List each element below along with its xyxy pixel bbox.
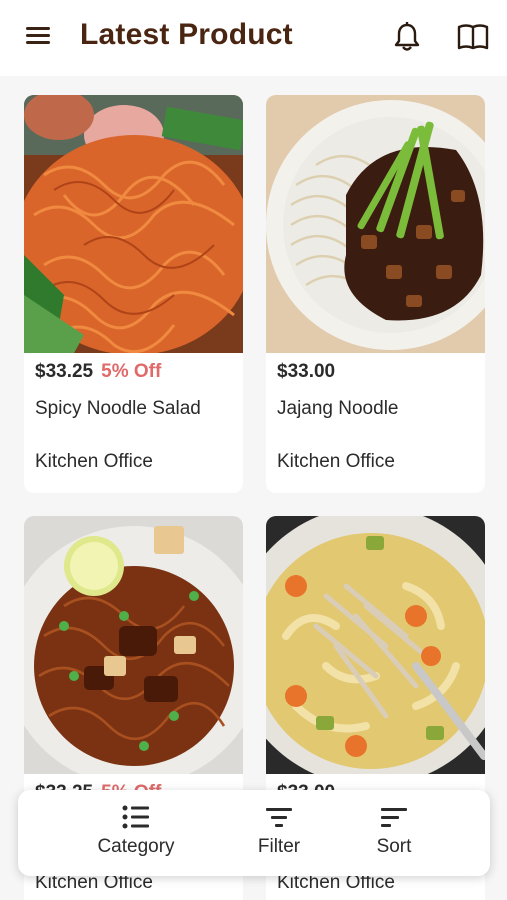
sort-icon — [381, 808, 407, 827]
page-title: Latest Product — [80, 18, 293, 51]
product-price: $33.25 — [35, 361, 94, 382]
sort-button[interactable]: Sort — [364, 804, 424, 864]
guide-button[interactable] — [456, 20, 490, 54]
product-image — [24, 516, 243, 774]
product-price: $33.00 — [277, 361, 336, 382]
category-list-icon — [122, 805, 149, 829]
menu-icon — [26, 27, 50, 30]
category-button[interactable]: Category — [88, 804, 184, 864]
product-name: Spicy Noodle Salad — [35, 398, 201, 419]
category-label: Category — [97, 836, 175, 857]
discount-badge: 5% Off — [101, 361, 162, 382]
product-name: Jajang Noodle — [277, 398, 399, 419]
sort-label: Sort — [376, 836, 412, 857]
product-card[interactable]: $33.00 Jajang Noodle Kitchen Office — [266, 95, 485, 493]
menu-icon-bar — [26, 41, 50, 44]
product-image — [266, 516, 485, 774]
product-image — [24, 95, 243, 353]
price-row: $33.00 — [277, 361, 343, 383]
product-card[interactable]: $33.25 5% Off Spicy Noodle Salad Kitchen … — [24, 95, 243, 493]
filter-icon — [266, 808, 292, 827]
filter-label: Filter — [257, 836, 301, 857]
filter-button[interactable]: Filter — [244, 804, 314, 864]
notifications-button[interactable] — [390, 20, 424, 54]
product-grid: $33.25 5% Off Spicy Noodle Salad Kitchen … — [0, 76, 507, 900]
product-image — [266, 95, 485, 353]
product-vendor: Kitchen Office — [277, 451, 395, 472]
book-icon — [457, 24, 489, 50]
price-row: $33.25 5% Off — [35, 361, 161, 383]
menu-icon-bar — [26, 34, 50, 37]
product-vendor: Kitchen Office — [35, 451, 153, 472]
menu-button[interactable] — [24, 24, 54, 48]
bottom-action-bar: Category Filter Sort — [18, 790, 490, 876]
app-header: Latest Product — [0, 0, 507, 76]
bell-icon — [394, 22, 420, 51]
